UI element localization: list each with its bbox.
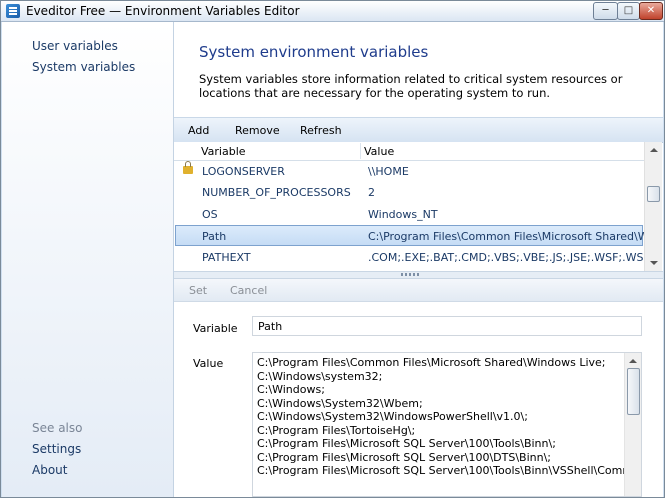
refresh-button[interactable]: Refresh [300, 124, 342, 137]
cell-variable: OS [202, 208, 218, 221]
cell-variable: PATHEXT [202, 251, 251, 264]
table-row[interactable]: OS Windows_NT [176, 204, 642, 225]
lock-icon [183, 161, 193, 174]
cell-value: .COM;.EXE;.BAT;.CMD;.VBS;.VBE;.JS;.JSE;.… [368, 251, 644, 264]
table-row-selected[interactable]: Path C:\Program Files\Common Files\Micro… [175, 225, 644, 246]
about-link[interactable]: About [32, 463, 67, 477]
value-line: C:\Program Files\Common Files\Microsoft … [257, 356, 606, 369]
minimize-button[interactable]: ─ [593, 2, 618, 20]
cell-variable: NUMBER_OF_PROCESSORS [202, 186, 351, 199]
window-title: Eveditor Free — Environment Variables Ed… [26, 4, 300, 18]
value-scrollbar[interactable] [624, 353, 641, 496]
value-line: C:\Windows\system32; [257, 369, 383, 383]
variables-table: Variable Value LOGONSERVER \\HOME NUMBER… [174, 142, 644, 271]
cancel-button[interactable]: Cancel [230, 284, 267, 297]
set-button[interactable]: Set [189, 284, 207, 297]
value-line: C:\Program Files\Microsoft SQL Server\10… [257, 450, 551, 464]
table-row[interactable]: NUMBER_OF_PROCESSORS 2 [176, 182, 642, 203]
scroll-thumb[interactable] [647, 186, 660, 202]
close-button[interactable]: ✕ [639, 2, 663, 20]
value-line: C:\Windows; [257, 383, 325, 396]
sidebar: User variables System variables See also… [2, 22, 174, 497]
column-header-variable[interactable]: Variable [201, 145, 246, 158]
table-row[interactable]: PATHEXT .COM;.EXE;.BAT;.CMD;.VBS;.VBE;.J… [176, 247, 644, 268]
page-description: System variables store information relat… [199, 72, 623, 100]
value-line: C:\Program Files\Microsoft SQL Server\10… [257, 464, 642, 477]
scroll-thumb[interactable] [627, 368, 640, 415]
sidebar-item-user-variables[interactable]: User variables [32, 39, 118, 53]
title-bar[interactable]: Eveditor Free — Environment Variables Ed… [1, 1, 664, 22]
add-button[interactable]: Add [188, 124, 209, 137]
value-line: C:\Program Files\Microsoft SQL Server\10… [257, 437, 556, 450]
see-also-label: See also [32, 421, 83, 435]
app-icon [6, 4, 20, 18]
cell-variable: Path [202, 230, 227, 243]
scroll-up-icon[interactable] [629, 359, 637, 363]
grip-icon[interactable] [401, 273, 419, 276]
value-line: C:\Program Files\TortoiseHg\; [257, 423, 416, 437]
cell-value: 2 [368, 186, 375, 199]
editor-toolbar: Set Cancel [174, 279, 663, 302]
maximize-button[interactable]: □ [617, 2, 640, 20]
value-label: Value [193, 357, 224, 370]
value-textarea[interactable]: C:\Program Files\Common Files\Microsoft … [252, 352, 642, 497]
column-divider[interactable] [360, 143, 361, 159]
variable-label: Variable [193, 322, 238, 335]
page-title: System environment variables [199, 43, 429, 61]
sidebar-item-system-variables[interactable]: System variables [32, 60, 135, 74]
main-panel: System environment variables System vari… [174, 22, 663, 497]
table-scrollbar[interactable] [644, 142, 662, 271]
column-header-value[interactable]: Value [364, 145, 394, 158]
cell-value: \\HOME [368, 165, 409, 178]
cell-variable: LOGONSERVER [202, 165, 285, 178]
variable-name-input[interactable] [252, 316, 642, 336]
cell-value: C:\Program Files\Common Files\Microsoft … [368, 230, 644, 243]
value-line: C:\Windows\System32\Wbem; [257, 396, 423, 410]
table-header: Variable Value [174, 142, 644, 161]
splitter[interactable] [174, 271, 663, 279]
app-window: Eveditor Free — Environment Variables Ed… [0, 0, 665, 498]
value-lines: C:\Program Files\Common Files\Microsoft … [257, 356, 642, 478]
settings-link[interactable]: Settings [32, 442, 81, 456]
cell-value: Windows_NT [368, 208, 438, 221]
scroll-up-icon[interactable] [650, 148, 658, 152]
table-row[interactable]: LOGONSERVER \\HOME [176, 161, 642, 182]
remove-button[interactable]: Remove [235, 124, 280, 137]
scroll-down-icon[interactable] [650, 261, 658, 265]
toolbar: Add Remove Refresh [174, 117, 663, 143]
value-line: C:\Windows\System32\WindowsPowerShell\v1… [257, 410, 528, 423]
